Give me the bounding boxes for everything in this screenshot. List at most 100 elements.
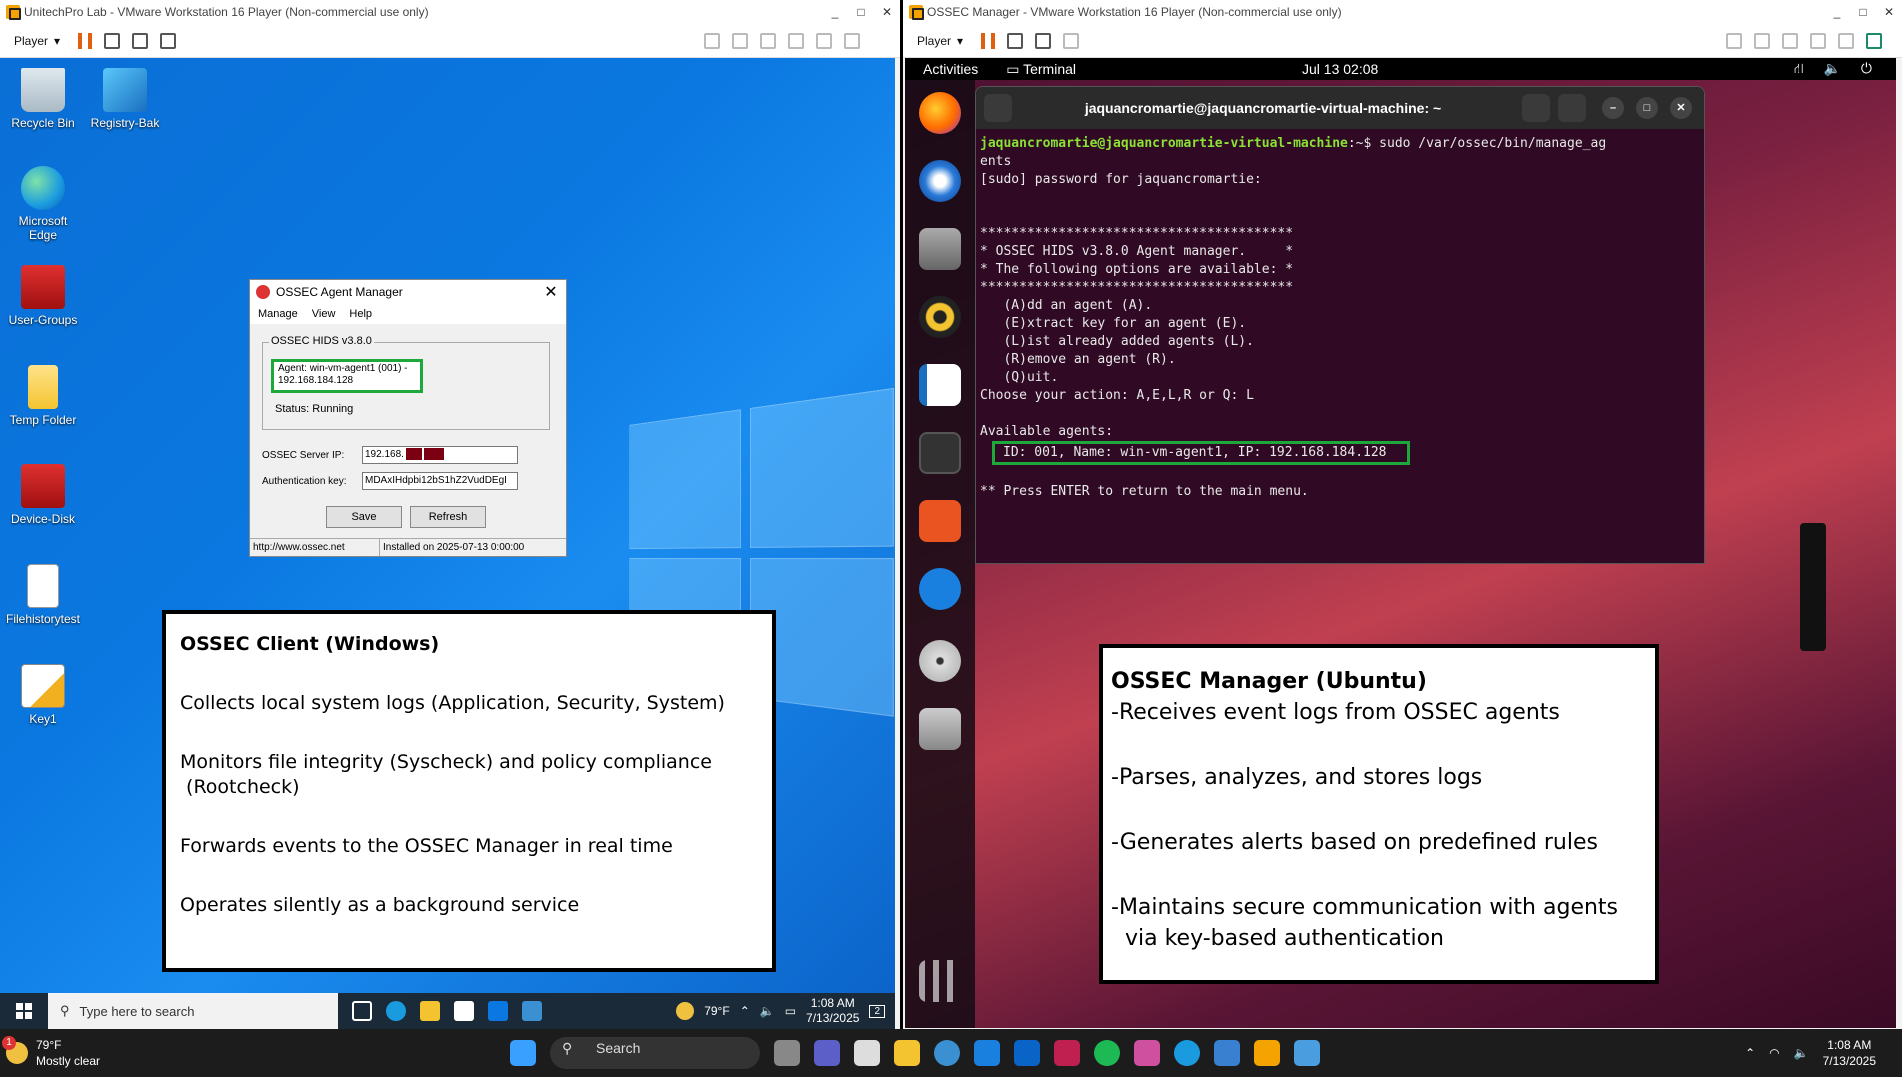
ossec-app-icon[interactable] <box>522 1001 542 1021</box>
hamburger-menu-icon[interactable] <box>1558 94 1586 122</box>
dvd-icon[interactable] <box>919 640 961 682</box>
desktop-icon-device-disk[interactable]: Device-Disk <box>4 464 82 526</box>
device-printer-icon[interactable] <box>816 32 832 49</box>
device-cd-icon[interactable] <box>1754 32 1770 49</box>
task-view-icon[interactable] <box>352 1001 372 1021</box>
device-hdd-icon[interactable] <box>704 32 720 49</box>
minimize-button[interactable]: _ <box>822 5 848 19</box>
device-sound-icon[interactable] <box>844 32 860 49</box>
fullscreen-icon[interactable] <box>132 32 149 49</box>
player-menu-button[interactable]: Player ▾ <box>911 32 969 50</box>
fullscreen-icon[interactable] <box>1035 32 1052 49</box>
minimize-icon[interactable]: – <box>1602 97 1624 119</box>
menu-help[interactable]: Help <box>349 308 372 320</box>
volume-icon[interactable]: 🔈 <box>1794 1046 1809 1060</box>
edge-icon[interactable] <box>1174 1040 1200 1066</box>
onedrive-icon[interactable] <box>974 1040 1000 1066</box>
snipping-tool-icon[interactable] <box>1054 1040 1080 1066</box>
terminal-icon[interactable] <box>919 432 961 474</box>
file-explorer-icon[interactable] <box>420 1001 440 1021</box>
pause-icon[interactable] <box>78 32 93 49</box>
device-hdd-icon[interactable] <box>1726 32 1742 49</box>
browser-icon[interactable] <box>934 1040 960 1066</box>
start-button[interactable] <box>0 993 48 1029</box>
host-search-box[interactable]: ⚲ Search <box>550 1037 760 1069</box>
unity-icon[interactable] <box>1063 32 1080 49</box>
volume-icon[interactable]: 🔈 <box>760 1004 775 1018</box>
network-icon[interactable]: ▭ <box>785 1004 796 1018</box>
file-explorer-icon[interactable] <box>894 1040 920 1066</box>
app-center-icon[interactable] <box>919 500 961 542</box>
desktop-icon-edge[interactable]: Microsoft Edge <box>4 166 82 242</box>
host-clock[interactable]: 1:08 AM 7/13/2025 <box>1823 1037 1876 1069</box>
new-tab-icon[interactable] <box>984 94 1012 122</box>
pause-icon[interactable] <box>981 32 996 49</box>
files-icon[interactable] <box>919 228 961 270</box>
system-status-icons[interactable]: ⛙ 🔈 ⏻ <box>1794 60 1880 79</box>
spotify-icon[interactable] <box>1094 1040 1120 1066</box>
edge-icon[interactable] <box>386 1001 406 1021</box>
close-button[interactable]: ✕ <box>874 5 900 19</box>
photos-icon[interactable] <box>1214 1040 1240 1066</box>
rhythmbox-icon[interactable] <box>919 296 961 338</box>
store-icon[interactable] <box>454 1001 474 1021</box>
m365-icon[interactable] <box>1134 1040 1160 1066</box>
chevron-up-icon[interactable]: ⌃ <box>1745 1046 1755 1060</box>
send-ctrl-alt-del-icon[interactable] <box>104 32 121 49</box>
firefox-icon[interactable] <box>919 92 961 134</box>
player-menu-button[interactable]: Player ▾ <box>8 32 66 50</box>
terminal-app-menu[interactable]: ▭ Terminal <box>1006 61 1076 78</box>
search-icon[interactable] <box>1522 94 1550 122</box>
device-network-icon[interactable] <box>760 32 776 49</box>
terminal-output[interactable]: jaquancromartie@jaquancromartie-virtual-… <box>976 129 1704 507</box>
maximize-button[interactable]: □ <box>1850 5 1876 19</box>
refresh-button[interactable]: Refresh <box>410 506 486 528</box>
maximize-button[interactable]: □ <box>848 5 874 19</box>
thunderbird-icon[interactable] <box>919 160 961 202</box>
desktop-icon-registry-bak[interactable]: Registry-Bak <box>86 68 164 130</box>
chevron-up-icon[interactable]: ⌃ <box>740 1004 750 1018</box>
notepad-icon[interactable] <box>1294 1040 1320 1066</box>
dialog-close-icon[interactable]: ✕ <box>536 282 566 302</box>
menu-manage[interactable]: Manage <box>258 308 298 320</box>
help-icon[interactable] <box>919 568 961 610</box>
device-network-icon[interactable] <box>1782 32 1798 49</box>
weather-temp[interactable]: 79°F <box>704 1004 729 1018</box>
device-usb-icon[interactable] <box>1810 32 1826 49</box>
unity-icon[interactable] <box>160 32 177 49</box>
desktop-icon-key1[interactable]: Key1 <box>4 664 82 726</box>
wifi-icon[interactable]: ◠ <box>1769 1046 1779 1060</box>
activities-button[interactable]: Activities <box>923 61 978 77</box>
clock[interactable]: 1:08 AM 7/13/2025 <box>806 996 859 1026</box>
libreoffice-writer-icon[interactable] <box>919 364 961 406</box>
desktop-icon-user-groups[interactable]: User-Groups <box>4 265 82 327</box>
taskbar-search-box[interactable]: ⚲ Type here to search <box>48 993 338 1029</box>
menu-view[interactable]: View <box>312 308 336 320</box>
messages-icon[interactable] <box>1866 32 1882 49</box>
mail-icon[interactable] <box>488 1001 508 1021</box>
device-usb-icon[interactable] <box>788 32 804 49</box>
weather-widget[interactable]: 1 79°F Mostly clear <box>0 1036 100 1069</box>
top-bar-clock[interactable]: Jul 13 02:08 <box>1302 61 1378 77</box>
windows-logo-icon[interactable] <box>510 1040 536 1066</box>
store-icon[interactable] <box>854 1040 880 1066</box>
minimize-button[interactable]: _ <box>1824 5 1850 19</box>
vmware-icon[interactable] <box>1254 1040 1280 1066</box>
outlook-icon[interactable] <box>1014 1040 1040 1066</box>
trash-icon[interactable] <box>919 708 961 750</box>
desktop-icon-filehistorytest[interactable]: Filehistorytest <box>4 564 82 626</box>
show-apps-icon[interactable] <box>919 960 961 1002</box>
auth-key-input[interactable]: MDAxIHdpbi12bS1hZ2VudDEgI <box>362 472 518 490</box>
task-view-icon[interactable] <box>774 1040 800 1066</box>
desktop-icon-temp-folder[interactable]: Temp Folder <box>4 365 82 427</box>
notification-icon[interactable]: 2 <box>869 1004 885 1018</box>
save-button[interactable]: Save <box>326 506 402 528</box>
close-icon[interactable]: ✕ <box>1670 97 1692 119</box>
server-ip-input[interactable]: 192.168. <box>362 446 518 464</box>
teams-icon[interactable] <box>814 1040 840 1066</box>
maximize-icon[interactable]: □ <box>1636 97 1658 119</box>
device-cd-icon[interactable] <box>732 32 748 49</box>
device-sound-icon[interactable] <box>1838 32 1854 49</box>
send-ctrl-alt-del-icon[interactable] <box>1007 32 1024 49</box>
desktop-icon-recycle-bin[interactable]: Recycle Bin <box>4 68 82 130</box>
